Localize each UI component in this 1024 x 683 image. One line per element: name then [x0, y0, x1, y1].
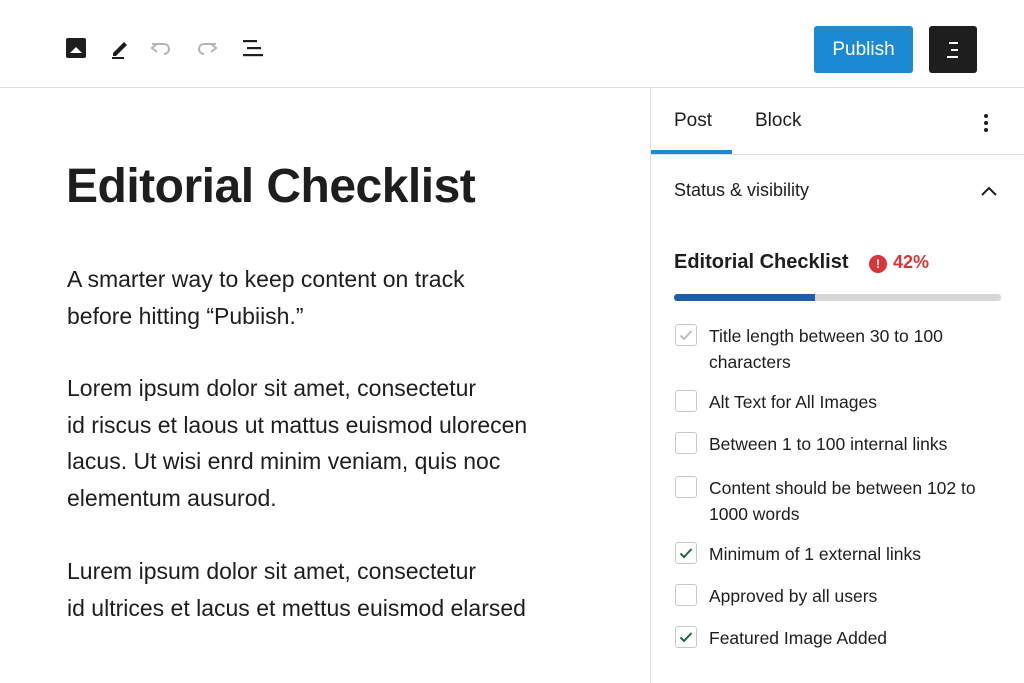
checklist-item-label: Alt Text for All Images	[709, 392, 877, 412]
more-options-icon[interactable]	[973, 110, 999, 136]
image-icon[interactable]	[62, 34, 90, 62]
paragraph-block[interactable]: Lorem ipsum dolor sit amet, consectetur …	[67, 370, 587, 516]
list-view-icon[interactable]	[239, 34, 267, 62]
paragraph-line: elementum ausurod.	[67, 484, 277, 511]
sidebar-tabs: Post Block	[651, 88, 1024, 155]
pencil-icon[interactable]	[106, 34, 134, 62]
checklist-item-label: Between 1 to 100 internal links	[709, 434, 948, 454]
post-title[interactable]: Editorial Checklist	[66, 159, 476, 214]
editor-toolbar: Publish	[0, 0, 1024, 88]
redo-icon[interactable]	[193, 34, 221, 62]
checklist-progress-bar	[674, 294, 1001, 301]
checklist-item-label: Featured Image Added	[709, 628, 888, 648]
error-badge: !	[869, 255, 887, 273]
checklist-percent: 42%	[893, 252, 930, 272]
paragraph-line: id riscus et laous ut mattus euismod ulo…	[67, 411, 528, 438]
panel-title: Status & visibility	[674, 180, 810, 200]
status-visibility-panel-toggle[interactable]: Status & visibility	[651, 155, 1024, 227]
checklist-item-label: Approved by all users	[709, 586, 878, 606]
checklist-item-label: Content should be between 102 to 1000 wo…	[709, 478, 976, 524]
checklist-item-label: Minimum of 1 external links	[709, 544, 922, 564]
checkbox-checked[interactable]	[675, 542, 697, 564]
paragraph-block[interactable]: A smarter way to keep content on track b…	[67, 261, 587, 334]
checkbox-checked[interactable]	[675, 626, 697, 648]
paragraph-line: Lurem ipsum dolor sit amet, consectetur	[67, 558, 477, 584]
paragraph-line: before hitting “Pubiish.”	[67, 302, 304, 329]
paragraph-line: A smarter way to keep content on track	[67, 266, 465, 292]
undo-icon[interactable]	[147, 34, 175, 62]
paragraph-line: Lorem ipsum dolor sit amet, consectetur	[67, 375, 477, 401]
checklist-item-label: Title length between 30 to 100 character…	[709, 326, 943, 372]
active-tab-indicator	[651, 150, 732, 154]
tab-block[interactable]: Block	[755, 110, 801, 132]
menu-icon	[947, 41, 958, 58]
checkbox-unchecked[interactable]	[675, 584, 697, 606]
checkmark-icon	[679, 632, 693, 643]
checkmark-icon	[679, 548, 693, 559]
editor-canvas[interactable]: Editorial Checklist A smarter way to kee…	[0, 89, 650, 683]
publish-button[interactable]: Publish	[814, 26, 913, 73]
settings-sidebar: Post Block Status & visibility Editorial…	[650, 88, 1024, 683]
paragraph-block[interactable]: Lurem ipsum dolor sit amet, consectetur …	[67, 553, 587, 626]
checkbox-checked[interactable]	[675, 324, 697, 346]
checkbox-unchecked[interactable]	[675, 476, 697, 498]
tab-post[interactable]: Post	[674, 110, 712, 132]
checkbox-unchecked[interactable]	[675, 432, 697, 454]
paragraph-line: lacus. Ut wisi enrd minim veniam, quis n…	[67, 448, 501, 474]
settings-toggle-button[interactable]	[929, 26, 977, 73]
chevron-up-icon	[977, 181, 1001, 201]
checklist-progress-fill	[674, 294, 815, 301]
checkmark-icon	[679, 330, 693, 341]
checklist-title: Editorial Checklist	[674, 251, 849, 273]
paragraph-line: id ultrices et lacus et mettus euismod e…	[67, 594, 526, 621]
checkbox-unchecked[interactable]	[675, 390, 697, 412]
